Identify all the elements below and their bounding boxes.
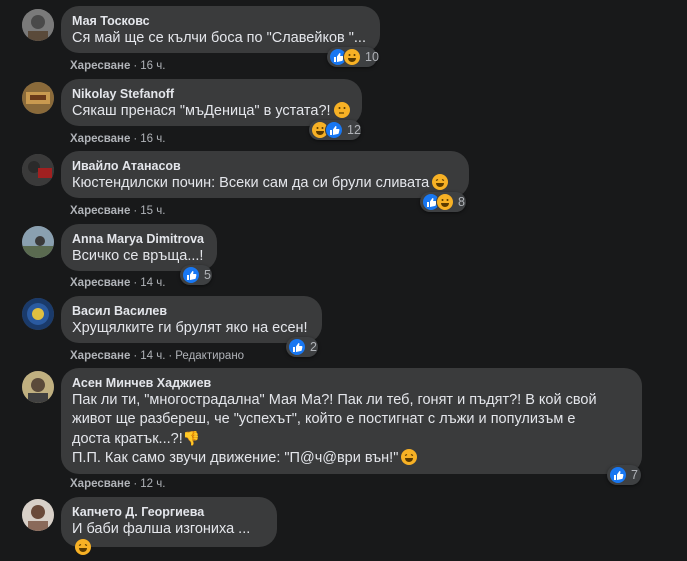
comment-bubble: Васил Василев Хрущялките ги брулят яко н… bbox=[61, 296, 322, 343]
avatar-image bbox=[22, 154, 54, 186]
like-button[interactable]: Харесване bbox=[70, 60, 130, 72]
comment-actions: Харесване · 16 ч. bbox=[70, 60, 166, 72]
avatar-image bbox=[22, 499, 54, 531]
comment-bubble: Anna Marya Dimitrova Всичко се връща...! bbox=[61, 224, 217, 271]
reaction-summary[interactable]: 8 bbox=[420, 192, 466, 212]
avatar-image bbox=[22, 9, 54, 41]
comment-actions: Харесване · 16 ч. bbox=[70, 133, 166, 145]
avatar-image bbox=[22, 371, 54, 403]
avatar[interactable] bbox=[22, 499, 54, 531]
like-icon bbox=[182, 266, 200, 284]
like-icon bbox=[325, 121, 343, 139]
comment-text: И баби фалша изгониха ... bbox=[72, 520, 265, 558]
avatar-image bbox=[22, 82, 54, 114]
reaction-summary[interactable]: 2 bbox=[286, 337, 318, 357]
like-icon bbox=[288, 338, 306, 356]
comment-bubble: Мая Тосковс Ся май ще се кълчи боса по "… bbox=[61, 6, 380, 53]
comment-bubble: Асен Минчев Хаджиев Пак ли ти, "многостр… bbox=[61, 368, 642, 474]
thumbs-down-icon: 👎 bbox=[182, 430, 201, 446]
comment-text: Всичко се връща...! bbox=[72, 248, 204, 264]
avatar-image bbox=[22, 226, 54, 258]
reaction-count: 5 bbox=[204, 268, 211, 282]
haha-icon bbox=[343, 48, 361, 66]
comment-text: Сякаш пренася "мъДеница" в устата?! bbox=[72, 102, 350, 121]
comment-text: Кюстендилски почин: Всеки сам да си брул… bbox=[72, 174, 457, 193]
comment-author[interactable]: Anna Marya Dimitrova bbox=[72, 231, 205, 247]
comment-text-content: Сякаш пренася "мъДеница" в устата?! bbox=[72, 103, 331, 119]
avatar[interactable] bbox=[22, 154, 54, 186]
avatar[interactable] bbox=[22, 226, 54, 258]
reaction-summary[interactable]: 12 bbox=[309, 120, 361, 140]
comment-actions: Харесване · 14 ч. · Редактирано bbox=[70, 350, 245, 362]
avatar[interactable] bbox=[22, 82, 54, 114]
comment-text-content: доста кратък...?! bbox=[72, 431, 183, 447]
grinning-face-icon bbox=[401, 449, 418, 465]
thinking-face-icon bbox=[333, 102, 350, 118]
reaction-count: 12 bbox=[347, 123, 361, 137]
comment-text-line: доста кратък...?!👎 bbox=[72, 429, 630, 449]
reaction-count: 10 bbox=[365, 50, 379, 64]
comment-text-line: Пак ли ти, "многострадална" Мая Ма?! Пак… bbox=[72, 392, 597, 408]
comment-timestamp[interactable]: 16 ч. bbox=[140, 60, 165, 72]
reaction-summary[interactable]: 5 bbox=[180, 265, 212, 285]
reaction-count: 2 bbox=[310, 340, 317, 354]
comment-text: Хрущялките ги брулят яко на есен! bbox=[72, 320, 308, 336]
like-button[interactable]: Харесване bbox=[70, 277, 130, 289]
comment-bubble: Nikolay Stefanoff Сякаш пренася "мъДениц… bbox=[61, 79, 362, 126]
comment-text-content: П.П. Как само звучи движение: "П@ч@ври в… bbox=[72, 450, 399, 466]
reaction-summary[interactable]: 10 bbox=[327, 47, 379, 67]
edited-label[interactable]: Редактирано bbox=[175, 350, 244, 362]
comment-text: Пак ли ти, "многострадална" Мая Ма?! Пак… bbox=[72, 391, 630, 468]
comment-text-content: Кюстендилски почин: Всеки сам да си брул… bbox=[72, 175, 430, 191]
like-button[interactable]: Харесване bbox=[70, 478, 130, 490]
reaction-count: 8 bbox=[458, 195, 465, 209]
comment-author[interactable]: Nikolay Stefanoff bbox=[72, 86, 350, 102]
comment-author[interactable]: Мая Тосковс bbox=[72, 13, 368, 29]
comment-actions: Харесване · 14 ч. bbox=[70, 277, 166, 289]
like-button[interactable]: Харесване bbox=[70, 205, 130, 217]
comment-text-content: И баби фалша изгониха ... bbox=[72, 521, 251, 537]
reaction-summary[interactable]: 7 bbox=[607, 465, 641, 485]
comment-actions: Харесване · 12 ч. bbox=[70, 478, 166, 490]
avatar-image bbox=[22, 298, 54, 330]
grinning-face-icon bbox=[432, 174, 449, 190]
comment-timestamp[interactable]: 15 ч. bbox=[140, 205, 165, 217]
comment-text: Ся май ще се кълчи боса по "Славейков ".… bbox=[72, 30, 366, 46]
like-button[interactable]: Харесване bbox=[70, 133, 130, 145]
avatar[interactable] bbox=[22, 298, 54, 330]
avatar[interactable] bbox=[22, 371, 54, 403]
grinning-face-icon bbox=[75, 539, 91, 555]
comment-author[interactable]: Васил Василев bbox=[72, 303, 310, 319]
comment-text-line: живот ще разбереш, че "успехът", който е… bbox=[72, 411, 576, 427]
comment-actions: Харесване · 15 ч. bbox=[70, 205, 166, 217]
like-button[interactable]: Харесване bbox=[70, 350, 130, 362]
comment-timestamp[interactable]: 16 ч. bbox=[140, 133, 165, 145]
avatar[interactable] bbox=[22, 9, 54, 41]
comment-text-line: П.П. Как само звучи движение: "П@ч@ври в… bbox=[72, 449, 630, 468]
comment-timestamp[interactable]: 12 ч. bbox=[140, 478, 165, 490]
reaction-count: 7 bbox=[631, 468, 638, 482]
comment-bubble: Капчето Д. Георгиева И баби фалша изгони… bbox=[61, 497, 277, 555]
comment-timestamp[interactable]: 14 ч. bbox=[140, 277, 165, 289]
comment-author[interactable]: Ивайло Атанасов bbox=[72, 158, 457, 174]
comment-bubble: Ивайло Атанасов Кюстендилски почин: Всек… bbox=[61, 151, 469, 198]
like-icon bbox=[609, 466, 627, 484]
comment-timestamp[interactable]: 14 ч. bbox=[140, 350, 165, 362]
comment-author[interactable]: Капчето Д. Георгиева bbox=[72, 504, 265, 520]
haha-icon bbox=[436, 193, 454, 211]
comment-author[interactable]: Асен Минчев Хаджиев bbox=[72, 375, 630, 391]
